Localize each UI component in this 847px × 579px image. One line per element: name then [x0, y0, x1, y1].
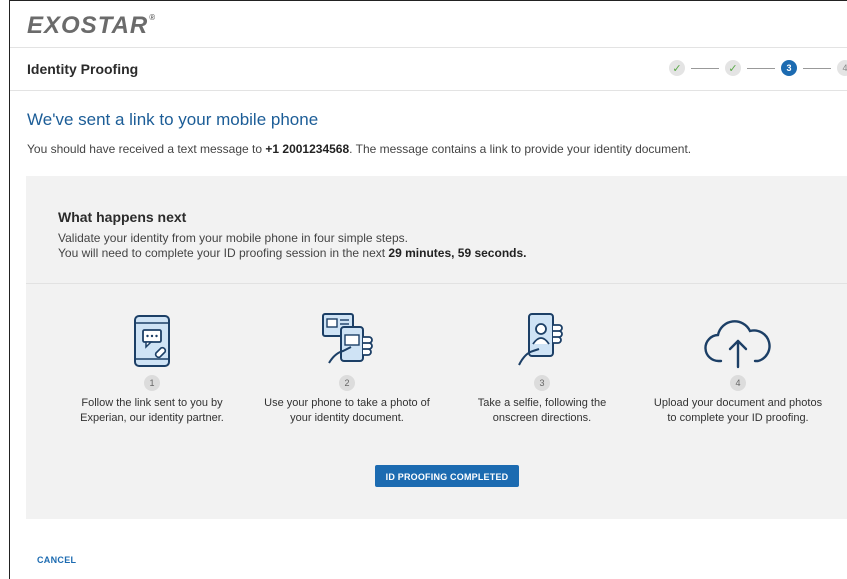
step-3-indicator: 3 [781, 60, 797, 76]
step-number-1: 1 [144, 375, 160, 391]
step-description-2: Use your phone to take a photo of your id… [264, 397, 430, 424]
step-connector [691, 67, 719, 69]
step-connector [747, 67, 775, 69]
id-proofing-completed-button[interactable]: ID PROOFING COMPLETED [375, 465, 519, 487]
cancel-link[interactable]: CANCEL [37, 555, 76, 565]
header-bar: EXOSTAR® [10, 1, 847, 48]
title-row: Identity Proofing ✓ ✓ 3 4 [10, 48, 847, 91]
main-heading: We've sent a link to your mobile phone [27, 110, 319, 129]
next-title: What happens next [58, 209, 187, 225]
step-number-4: 4 [730, 375, 746, 391]
cloud-upload-icon [704, 320, 771, 369]
step-1-check-icon: ✓ [669, 60, 685, 76]
step-4-indicator: 4 [837, 60, 847, 76]
session-timer-text: You will need to complete your ID proofi… [58, 246, 527, 260]
step-card-1: 1 Follow the link sent to you by Experian… [57, 303, 247, 426]
step-number-2: 2 [339, 375, 355, 391]
phone-number: +1 2001234568 [265, 142, 350, 156]
step-2-check-icon: ✓ [725, 60, 741, 76]
panel-divider [26, 283, 847, 284]
what-happens-next-panel: What happens next Validate your identity… [26, 176, 847, 519]
phone-message-icon [134, 315, 170, 367]
selfie-icon [518, 313, 563, 366]
step-card-4: 4 Upload your document and photos to comp… [643, 303, 833, 426]
app-frame: EXOSTAR® Identity Proofing ✓ ✓ 3 4 We've… [9, 0, 847, 579]
page-title: Identity Proofing [27, 61, 139, 77]
step-card-3: 3 Take a selfie, following the onscreen d… [447, 303, 637, 426]
step-number-3: 3 [534, 375, 550, 391]
photo-document-icon [322, 313, 373, 364]
progress-stepper: ✓ ✓ 3 4 [669, 60, 847, 76]
step-connector [803, 67, 831, 69]
step-card-2: 2 Use your phone to take a photo of your … [252, 303, 442, 426]
step-description-4: Upload your document and photos to comple… [653, 397, 823, 424]
step-description-1: Follow the link sent to you by Experian, … [80, 397, 224, 424]
next-description: Validate your identity from your mobile … [58, 231, 408, 245]
steps-row: 1 Follow the link sent to you by Experian… [26, 303, 847, 433]
step-description-3: Take a selfie, following the onscreen dir… [477, 397, 607, 424]
exostar-logo: EXOSTAR® [27, 12, 157, 39]
time-remaining: 29 minutes, 59 seconds. [388, 246, 527, 260]
sent-message: You should have received a text message … [27, 142, 692, 156]
